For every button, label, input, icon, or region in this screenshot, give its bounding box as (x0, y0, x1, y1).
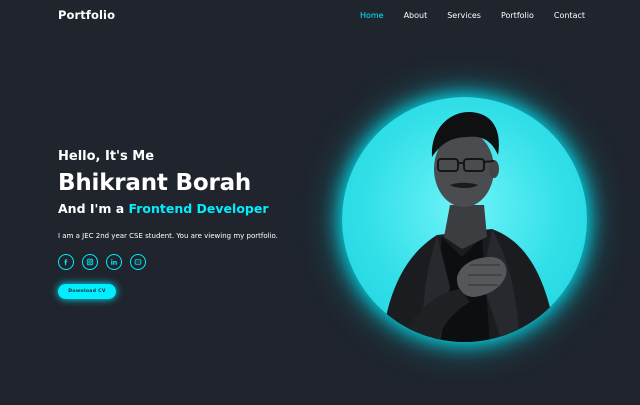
discord-icon[interactable] (130, 254, 146, 270)
role-line: And I'm a Frontend Developer (58, 200, 358, 218)
download-cv-button[interactable]: Download CV (58, 284, 116, 299)
facebook-icon[interactable] (58, 254, 74, 270)
linkedin-icon[interactable] (106, 254, 122, 270)
description: I am a JEC 2nd year CSE student. You are… (58, 232, 278, 240)
person-name: Bhikrant Borah (58, 170, 252, 196)
role-prefix: And I'm a (58, 201, 129, 216)
logo[interactable]: Portfolio (58, 8, 115, 22)
profile-photo (342, 97, 587, 342)
role-highlight: Frontend Developer (128, 201, 269, 216)
social-links (58, 254, 358, 270)
main-nav: Home About Services Portfolio Contact (340, 10, 585, 22)
home-content: Hello, It's Me Bhikrant Borah And I'm a … (58, 148, 358, 299)
nav-contact[interactable]: Contact (554, 10, 585, 22)
person-portrait-image (382, 111, 557, 342)
header: Portfolio Home About Services Portfolio … (0, 0, 640, 32)
nav-home[interactable]: Home (360, 10, 384, 22)
nav-portfolio[interactable]: Portfolio (501, 10, 534, 22)
greeting: Hello, It's Me (58, 149, 155, 164)
nav-about[interactable]: About (404, 10, 428, 22)
instagram-icon[interactable] (82, 254, 98, 270)
nav-services[interactable]: Services (447, 10, 481, 22)
